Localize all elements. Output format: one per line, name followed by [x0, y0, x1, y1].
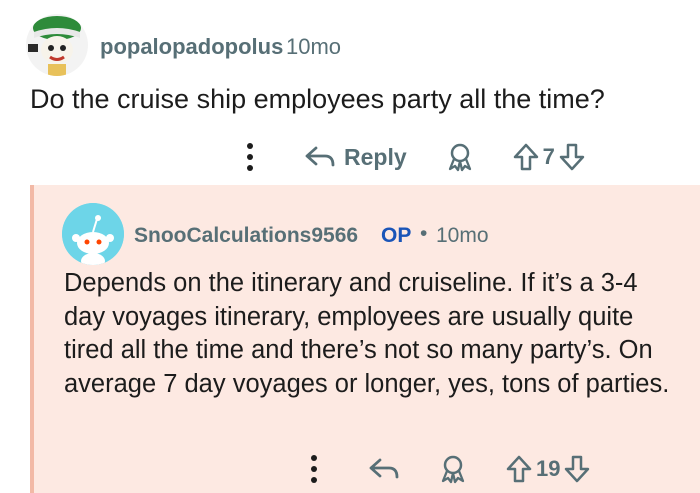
reply-username[interactable]: SnooCalculations9566 — [134, 224, 358, 248]
vote-count: 7 — [542, 144, 555, 169]
reply-award-button[interactable] — [438, 454, 468, 484]
reply-button[interactable]: Reply — [304, 144, 407, 171]
reply-action-bar: 19 — [304, 450, 590, 488]
reply-time: 10mo — [436, 224, 489, 247]
reply-label: Reply — [344, 143, 407, 170]
parent-comment: popalopadopolus 10mo Do the cruise ship … — [0, 0, 700, 185]
upvote-icon — [506, 455, 532, 483]
comment-action-bar: Reply 7 — [240, 138, 585, 176]
award-icon — [441, 455, 465, 484]
upvote-icon — [513, 143, 538, 171]
upvote-button[interactable] — [513, 143, 539, 171]
comment-text: Do the cruise ship employees party all t… — [30, 84, 605, 114]
more-options-button[interactable] — [240, 140, 260, 174]
award-button[interactable] — [445, 142, 475, 172]
avatar[interactable] — [26, 14, 88, 76]
reply-downvote-button[interactable] — [564, 455, 590, 483]
downvote-icon — [565, 455, 590, 483]
reply-avatar[interactable] — [62, 203, 124, 265]
reply-text: Depends on the itinerary and cruiseline.… — [64, 269, 670, 398]
reply-vote-count: 19 — [536, 456, 561, 481]
more-dots-icon — [311, 455, 317, 483]
award-icon — [448, 143, 471, 172]
reply-reply-button[interactable] — [368, 456, 400, 482]
reply-arrow-icon — [369, 458, 399, 479]
comment-username[interactable]: popalopadopolus — [100, 34, 283, 60]
meta-separator: • — [420, 222, 428, 245]
reply-upvote-button[interactable] — [506, 455, 532, 483]
comment-time: 10mo — [286, 34, 342, 59]
downvote-button[interactable] — [559, 143, 585, 171]
more-dots-icon — [247, 143, 253, 171]
reply-more-options-button[interactable] — [304, 452, 324, 486]
op-badge: OP — [381, 224, 412, 247]
downvote-icon — [559, 143, 585, 171]
reply-arrow-icon — [305, 146, 335, 167]
